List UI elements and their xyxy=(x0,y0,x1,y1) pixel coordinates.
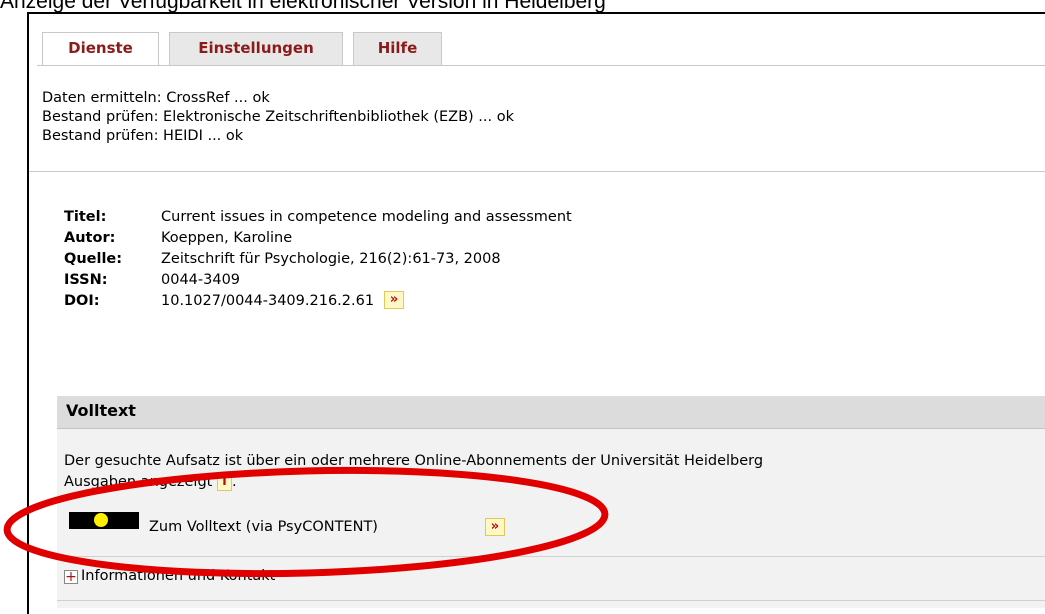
meta-row-issn: ISSN: 0044-3409 xyxy=(64,270,572,291)
tab-divider xyxy=(37,65,1045,66)
meta-row-doi: DOI: 10.1027/0044-3409.216.2.61 » xyxy=(64,291,572,312)
volltext-panel: Der gesuchte Aufsatz ist über ein oder m… xyxy=(57,429,1045,608)
tab-dienste[interactable]: Dienste xyxy=(42,32,159,66)
doi-label: DOI: xyxy=(64,293,100,309)
status-line-ezb: Bestand prüfen: Elektronische Zeitschrif… xyxy=(42,109,514,125)
issn-value: 0044-3409 xyxy=(161,272,241,288)
fulltext-arrow-icon[interactable]: » xyxy=(485,518,505,536)
availability-traffic-light-icon xyxy=(69,512,139,529)
tab-hilfe[interactable]: Hilfe xyxy=(353,32,442,65)
info-contact-expander[interactable]: + Informationen und Kontakt xyxy=(64,568,275,584)
status-line-crossref: Daten ermitteln: CrossRef ... ok xyxy=(42,90,270,106)
volltext-heading: Volltext xyxy=(66,401,136,420)
status-log: Daten ermitteln: CrossRef ... ok Bestand… xyxy=(42,89,514,146)
title-label: Titel: xyxy=(64,209,107,225)
meta-row-title: Titel: Current issues in competence mode… xyxy=(64,207,572,228)
source-value: Zeitschrift für Psychologie, 216(2):61-7… xyxy=(161,251,501,267)
source-label: Quelle: xyxy=(64,251,123,267)
info-icon[interactable]: i xyxy=(216,473,232,491)
doi-value: 10.1027/0044-3409.216.2.61 xyxy=(161,293,375,309)
volltext-header: Volltext xyxy=(57,396,1045,429)
author-label: Autor: xyxy=(64,230,116,246)
volltext-line-2-end: . xyxy=(231,474,237,490)
meta-row-author: Autor: Koeppen, Karoline xyxy=(64,228,572,249)
citation-metadata: Titel: Current issues in competence mode… xyxy=(64,207,572,312)
volltext-description: Der gesuchte Aufsatz ist über ein oder m… xyxy=(64,451,763,493)
section-divider xyxy=(29,171,1045,172)
plus-icon[interactable]: + xyxy=(64,570,78,584)
volltext-line-1: Der gesuchte Aufsatz ist über ein oder m… xyxy=(64,453,764,469)
issn-label: ISSN: xyxy=(64,272,108,288)
info-contact-label: Informationen und Kontakt xyxy=(81,568,276,584)
fulltext-link[interactable]: Zum Volltext (via PsyCONTENT) xyxy=(149,519,378,535)
tab-einstellungen[interactable]: Einstellungen xyxy=(169,32,343,65)
volltext-line-2: Ausgaben angezeigt i. xyxy=(64,472,763,493)
meta-row-source: Quelle: Zeitschrift für Psychologie, 216… xyxy=(64,249,572,270)
doi-link-arrow-icon[interactable]: » xyxy=(384,291,405,309)
status-line-heidi: Bestand prüfen: HEIDI ... ok xyxy=(42,128,244,144)
volltext-divider xyxy=(57,556,1045,557)
volltext-line-2-text: Ausgaben angezeigt xyxy=(64,474,213,490)
title-value: Current issues in competence modeling an… xyxy=(161,209,572,225)
volltext-bottom-divider xyxy=(57,600,1045,601)
author-value: Koeppen, Karoline xyxy=(161,230,293,246)
yellow-light-icon xyxy=(94,513,108,527)
